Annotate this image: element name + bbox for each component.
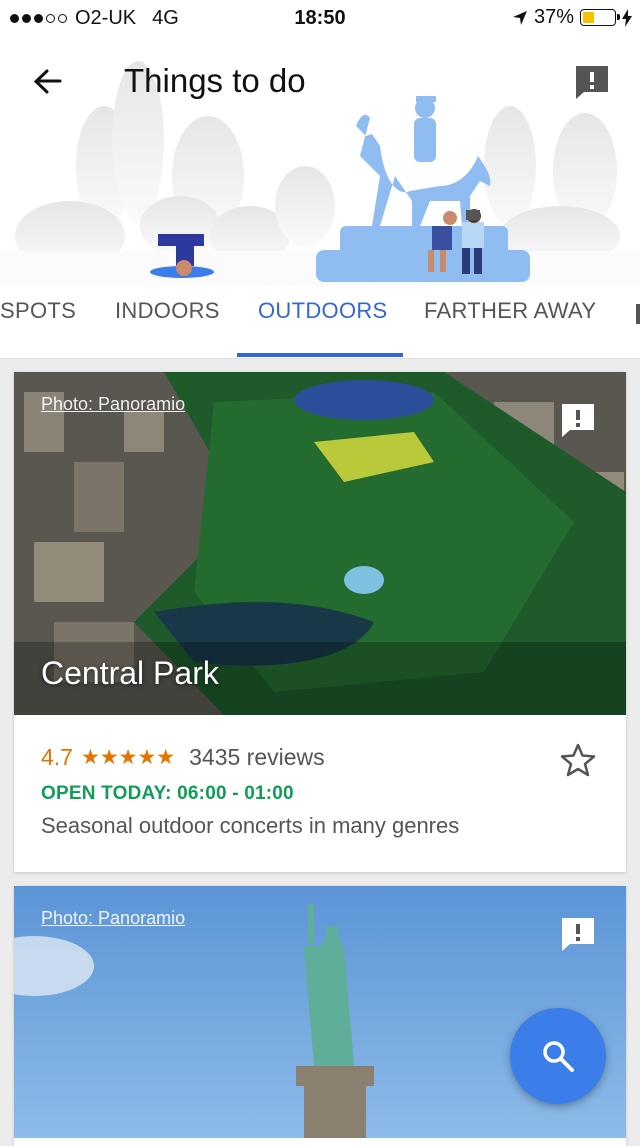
feedback-flag-icon[interactable] [560,402,596,438]
category-tabs: SPOTS INDOORS OUTDOORS FARTHER AWAY [0,286,640,359]
header: Things to do [0,36,640,286]
opening-hours: OPEN TODAY: 06:00 - 01:00 [41,783,294,804]
battery-icon [580,9,620,26]
charging-bolt-icon [622,8,632,27]
tab-spots[interactable]: SPOTS [0,298,76,324]
tab-outdoors[interactable]: OUTDOORS [258,298,388,324]
rating-row: 4.7 ★★★★★ 3435 reviews [41,744,459,771]
place-name: Central Park [41,655,219,691]
place-photo[interactable]: Photo: Panoramio Central Park [14,372,626,715]
photo-credit-link[interactable]: Photo: Panoramio [41,908,185,929]
rating-stars-icon: ★★★★★ [80,746,176,769]
status-bar: O2-UK 4G 18:50 37% [0,0,640,36]
page-title: Things to do [124,62,306,99]
photo-credit-link[interactable]: Photo: Panoramio [41,394,185,415]
search-icon [543,1041,574,1072]
tab-indoors[interactable]: INDOORS [115,298,220,324]
active-tab-indicator [237,353,403,357]
feedback-flag-icon[interactable] [560,916,596,952]
status-right: 37% [512,6,632,29]
review-count[interactable]: 3435 reviews [189,744,325,771]
search-fab-button[interactable] [510,1008,606,1104]
save-star-icon[interactable] [560,742,596,778]
header-illustration [0,61,640,286]
place-description: Seasonal outdoor concerts in many genres [41,813,460,838]
place-card[interactable]: Photo: Panoramio Central Park 4.7 ★★★★★ … [14,372,626,872]
rating-value: 4.7 [41,744,73,770]
place-info: 4.7 ★★★★★ 3435 reviews OPEN TODAY: 06:00… [41,744,459,839]
tab-overflow-edge[interactable] [636,304,640,324]
place-photo[interactable]: Photo: Panoramio [14,886,626,1138]
battery-percent: 37% [533,6,574,28]
arrow-back-icon[interactable] [30,64,66,100]
feedback-flag-icon[interactable] [574,64,610,100]
location-arrow-icon [512,10,527,25]
tab-farther-away[interactable]: FARTHER AWAY [424,298,596,324]
